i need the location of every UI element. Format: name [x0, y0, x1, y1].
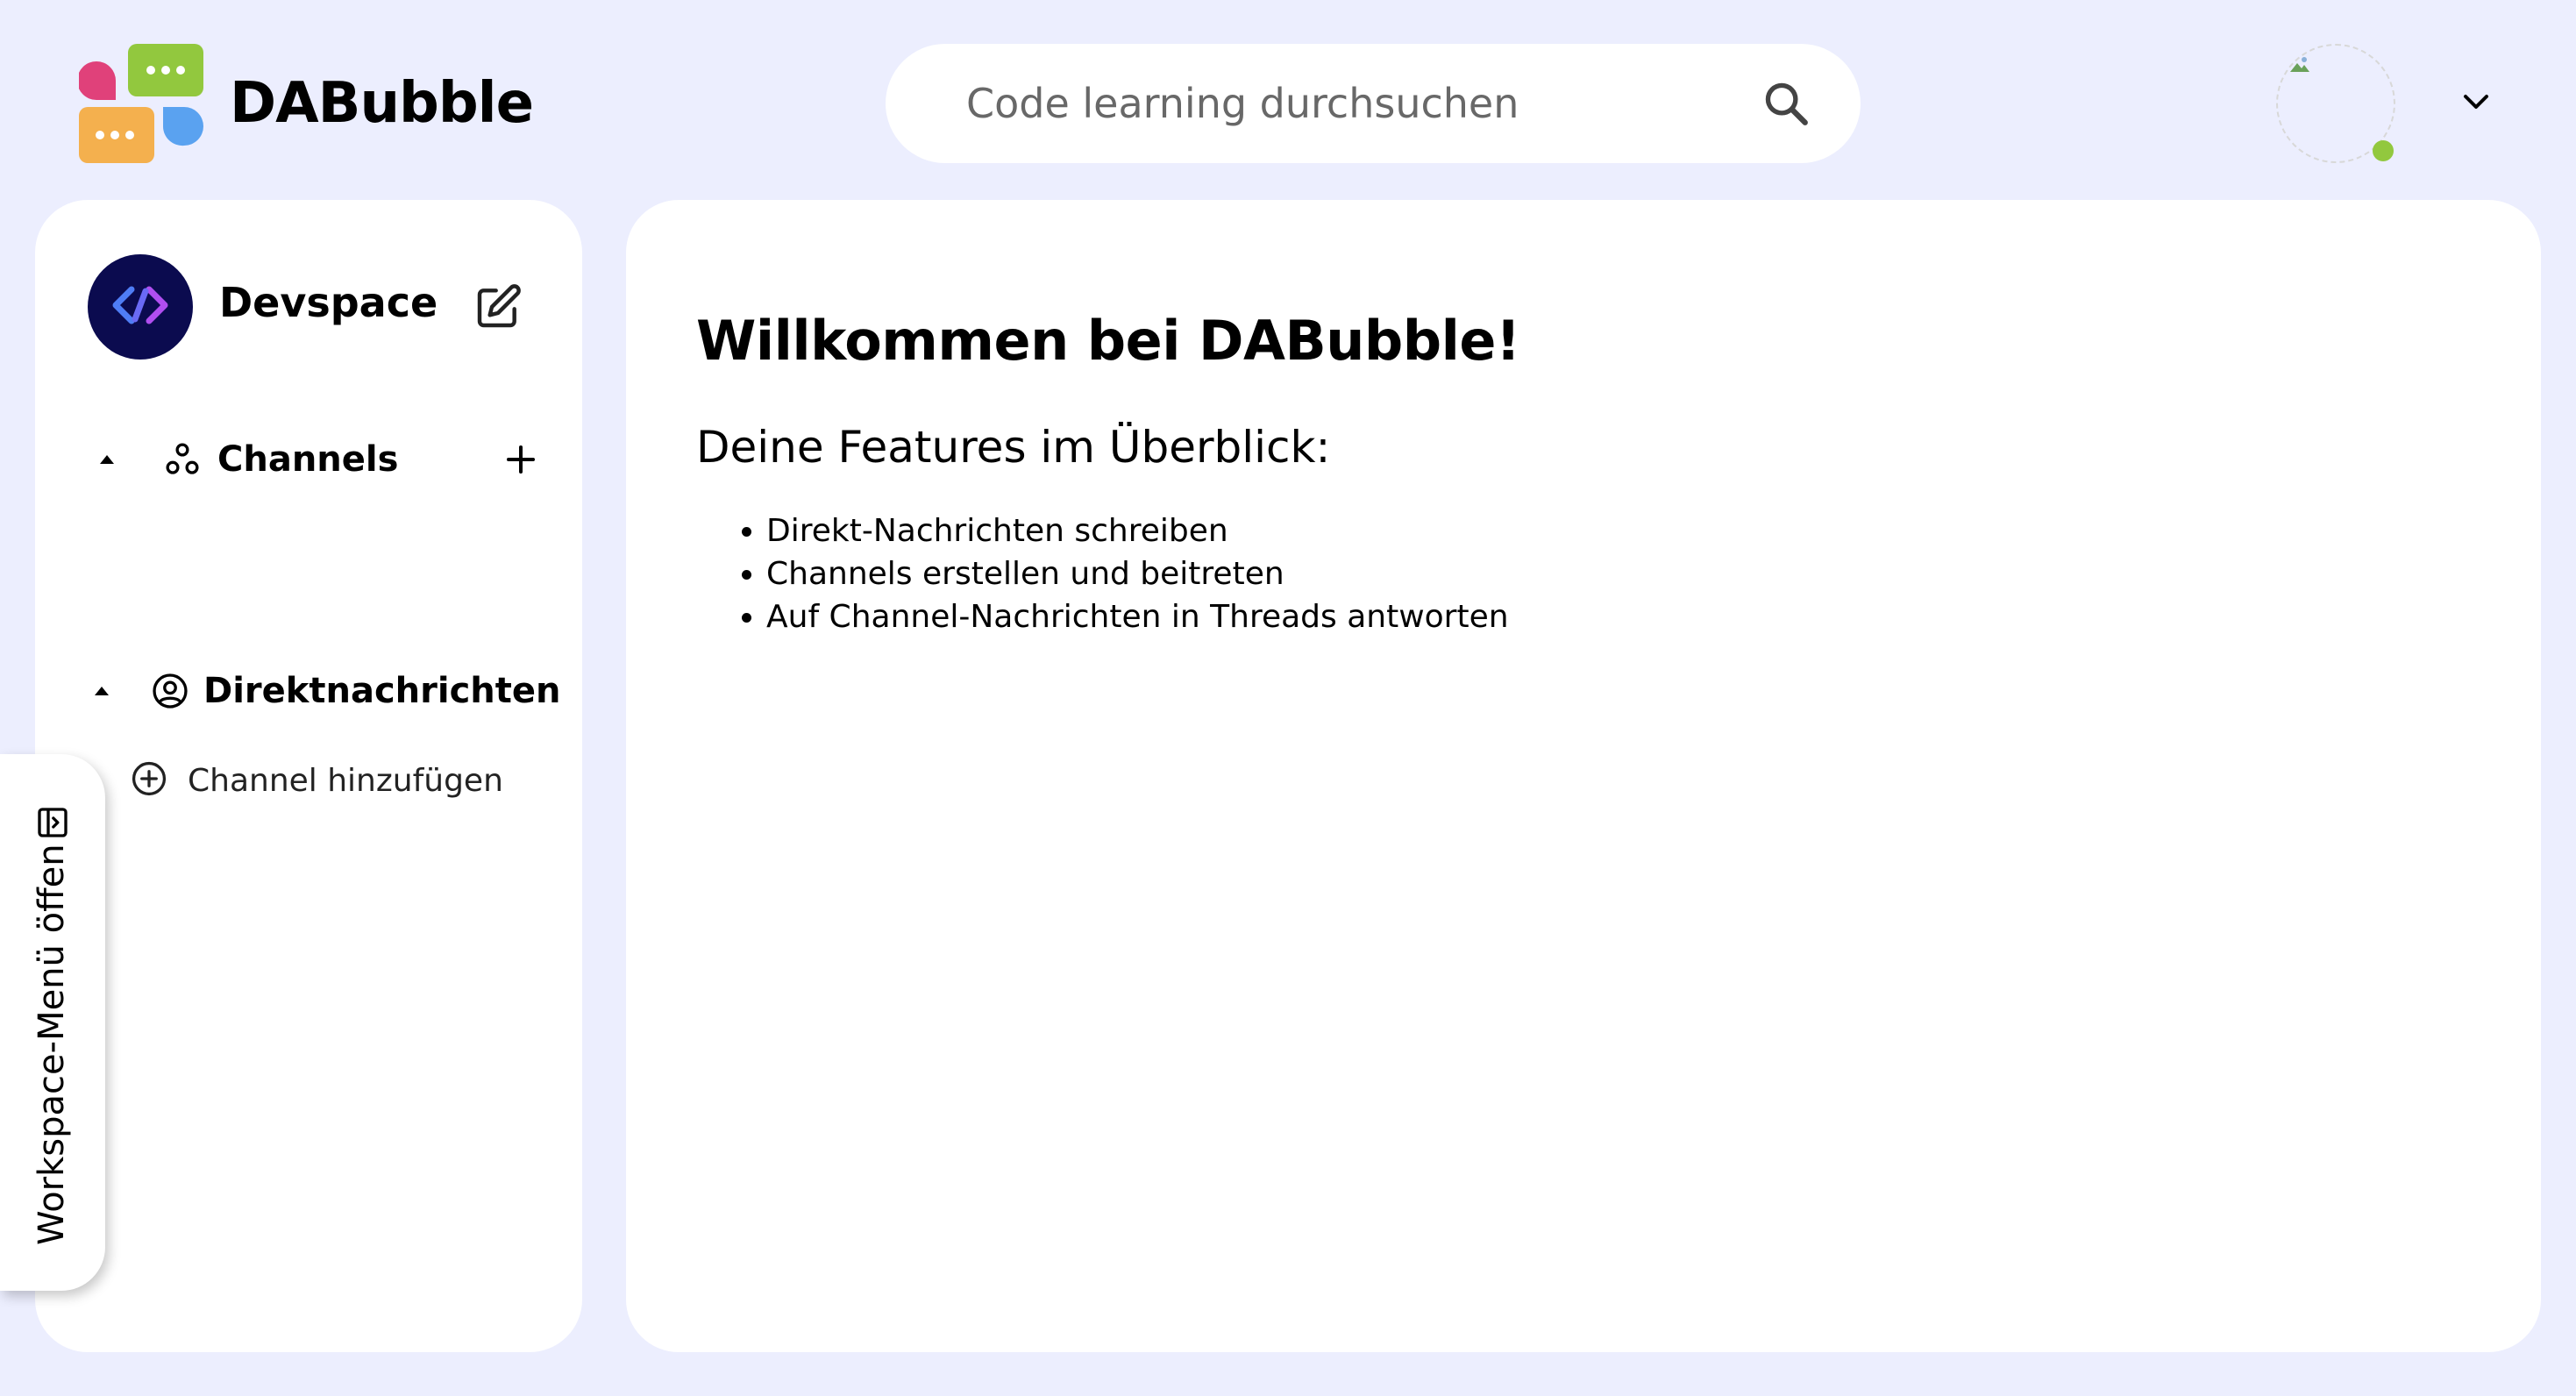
search-input[interactable]	[964, 79, 1761, 128]
features-subheading: Deine Features im Überblick:	[696, 422, 1331, 473]
list-item: Direkt-Nachrichten schreiben	[766, 509, 2471, 552]
sidebar-toggle-icon	[35, 805, 70, 840]
list-item: Auf Channel-Nachrichten in Threads antwo…	[766, 595, 2471, 638]
direct-messages-section-header[interactable]: Direktnachrichten	[93, 663, 561, 719]
code-icon	[109, 284, 172, 330]
app-logo[interactable]: DABubble	[77, 44, 534, 163]
dabubble-logo-icon	[77, 44, 203, 163]
profile-menu-button[interactable]	[2455, 82, 2497, 125]
profile-avatar[interactable]	[2274, 42, 2401, 165]
channels-section-header[interactable]: Channels	[93, 431, 549, 488]
direct-messages-label: Direktnachrichten	[203, 671, 561, 711]
workspace-name: Devspace	[219, 279, 438, 326]
caret-up-icon[interactable]	[93, 445, 121, 474]
add-channel-label: Channel hinzufügen	[188, 762, 503, 799]
add-channel-button[interactable]: Channel hinzufügen	[130, 759, 503, 801]
main-content: Willkommen bei DABubble! Deine Features …	[626, 200, 2541, 1352]
app-header: DABubble	[0, 0, 2576, 200]
account-circle-icon	[151, 670, 189, 712]
edit-icon[interactable]	[473, 282, 523, 331]
workspace-logo	[88, 254, 193, 360]
channels-label: Channels	[217, 439, 399, 480]
broken-image-icon	[2287, 53, 2311, 77]
features-list: Direkt-Nachrichten schreiben Channels er…	[696, 509, 2471, 638]
channels-icon	[161, 438, 203, 481]
online-status-indicator	[2373, 140, 2394, 161]
list-item: Channels erstellen und beitreten	[766, 552, 2471, 595]
workspace-menu-toggle[interactable]: Workspace-Menü öffen	[0, 754, 105, 1291]
workspace-menu-label: Workspace-Menü öffen	[32, 844, 72, 1245]
search-bar	[886, 44, 1861, 163]
chevron-down-icon	[2460, 91, 2492, 116]
search-icon[interactable]	[1761, 78, 1811, 129]
workspace-sidebar: Devspace Channels Channel hinzufügen Dir…	[35, 200, 582, 1352]
app-title: DABubble	[230, 71, 534, 136]
add-circle-icon	[130, 759, 168, 801]
workspace-header: Devspace	[88, 254, 530, 360]
caret-up-icon[interactable]	[93, 677, 110, 705]
plus-icon[interactable]	[500, 438, 542, 481]
welcome-heading: Willkommen bei DABubble!	[696, 309, 1520, 373]
